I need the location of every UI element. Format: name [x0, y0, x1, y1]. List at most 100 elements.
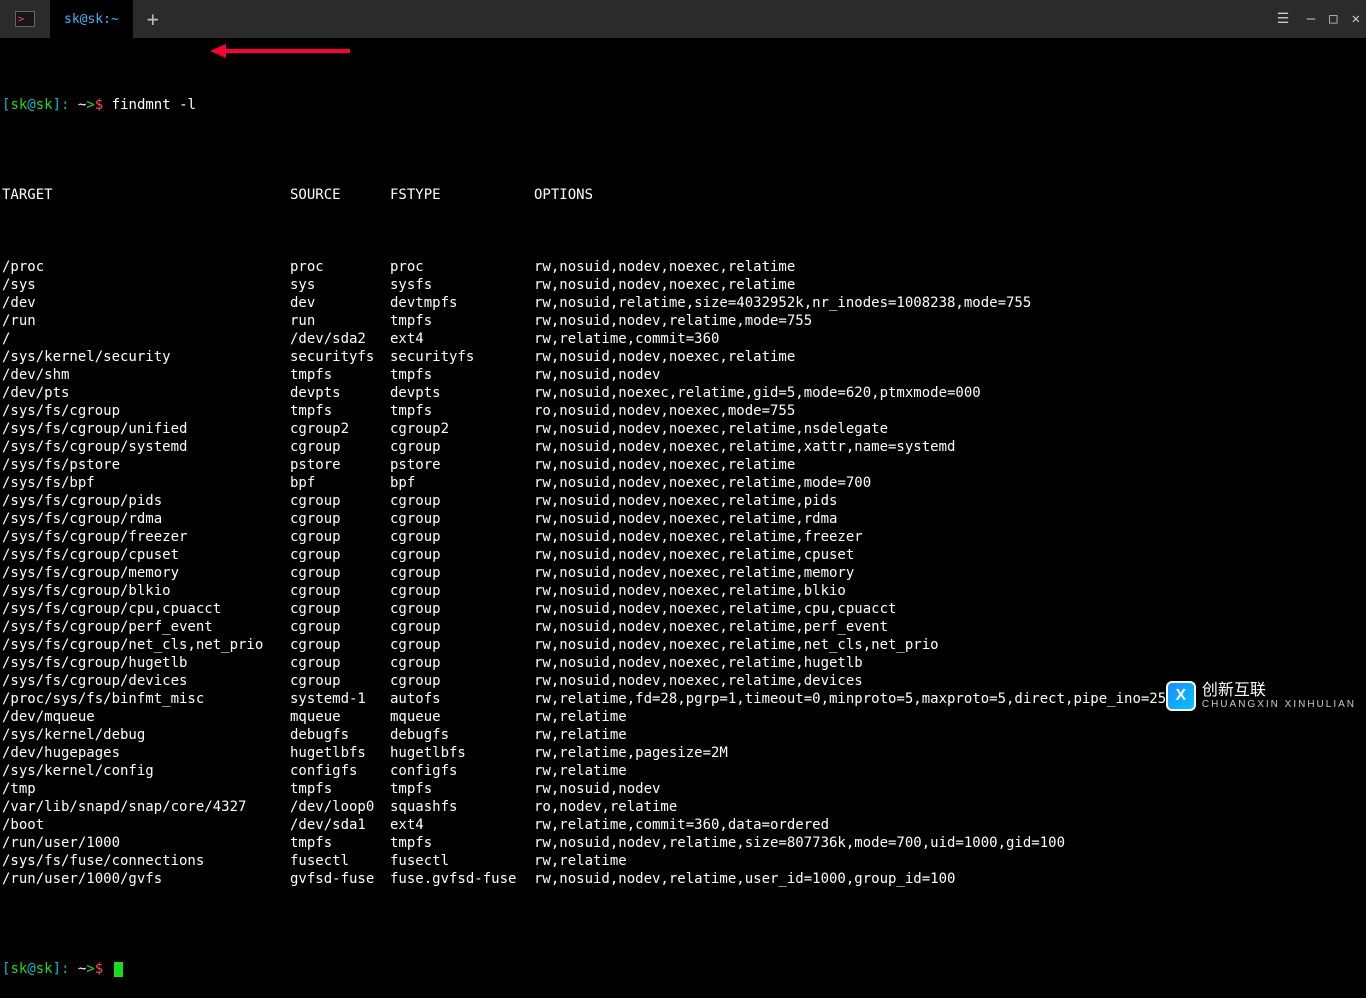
minimize-button[interactable]: —: [1307, 10, 1315, 28]
table-row: /var/lib/snapd/snap/core/4327/dev/loop0s…: [2, 798, 1364, 816]
cell-fstype: configfs: [390, 762, 534, 780]
table-row: /boot/dev/sda1ext4rw,relatime,commit=360…: [2, 816, 1364, 834]
cell-target: /sys/fs/bpf: [2, 474, 290, 492]
cell-options: rw,nosuid,nodev,noexec,relatime: [534, 348, 1364, 366]
cell-target: /sys/fs/cgroup: [2, 402, 290, 420]
window-controls: — □ ✕: [1277, 0, 1360, 38]
cell-source: debugfs: [290, 726, 390, 744]
table-row: /dev/hugepageshugetlbfshugetlbfsrw,relat…: [2, 744, 1364, 762]
table-row: /sys/kernel/securitysecurityfssecurityfs…: [2, 348, 1364, 366]
table-row: /sys/fs/cgroup/cpu,cpuacctcgroupcgrouprw…: [2, 600, 1364, 618]
cell-options: rw,relatime: [534, 762, 1364, 780]
cell-source: /dev/sda2: [290, 330, 390, 348]
maximize-button[interactable]: □: [1329, 10, 1337, 28]
table-row: /sys/fs/cgroup/freezercgroupcgrouprw,nos…: [2, 528, 1364, 546]
table-row: /sys/kernel/debugdebugfsdebugfsrw,relati…: [2, 726, 1364, 744]
cell-options: rw,relatime: [534, 726, 1364, 744]
table-row: /sys/fs/cgroup/cpusetcgroupcgrouprw,nosu…: [2, 546, 1364, 564]
table-row: //dev/sda2ext4rw,relatime,commit=360: [2, 330, 1364, 348]
cell-options: rw,nosuid,nodev,relatime,size=807736k,mo…: [534, 834, 1364, 852]
cell-target: /sys/fs/cgroup/net_cls,net_prio: [2, 636, 290, 654]
cell-target: /run/user/1000/gvfs: [2, 870, 290, 888]
table-row: /sys/fs/cgroup/systemdcgroupcgrouprw,nos…: [2, 438, 1364, 456]
table-row: /sys/fs/cgroup/unifiedcgroup2cgroup2rw,n…: [2, 420, 1364, 438]
cell-fstype: cgroup: [390, 636, 534, 654]
close-button[interactable]: ✕: [1352, 10, 1360, 28]
cell-options: rw,nosuid,nodev,noexec,relatime,nsdelega…: [534, 420, 1364, 438]
cell-source: hugetlbfs: [290, 744, 390, 762]
app-icon-tab[interactable]: [0, 0, 50, 38]
cell-fstype: cgroup: [390, 438, 534, 456]
tab-bar: sk@sk:~ + — □ ✕: [0, 0, 1366, 38]
table-row: /run/user/1000tmpfstmpfsrw,nosuid,nodev,…: [2, 834, 1364, 852]
cell-fstype: debugfs: [390, 726, 534, 744]
table-row: /sys/fs/fuse/connectionsfusectlfusectlrw…: [2, 852, 1364, 870]
cell-source: systemd-1: [290, 690, 390, 708]
cell-source: configfs: [290, 762, 390, 780]
table-row: /dev/shmtmpfstmpfsrw,nosuid,nodev: [2, 366, 1364, 384]
cell-options: rw,nosuid,nodev,relatime,user_id=1000,gr…: [534, 870, 1364, 888]
cell-fstype: ext4: [390, 816, 534, 834]
prompt-dollar: $: [95, 97, 103, 113]
col-fstype: FSTYPE: [390, 186, 534, 204]
table-row: /sys/fs/cgroup/net_cls,net_priocgroupcgr…: [2, 636, 1364, 654]
cell-options: rw,nosuid,nodev,noexec,relatime,cpu,cpua…: [534, 600, 1364, 618]
col-target: TARGET: [2, 186, 290, 204]
tab-active[interactable]: sk@sk:~: [50, 0, 133, 38]
cell-source: sys: [290, 276, 390, 294]
cell-target: /sys/kernel/config: [2, 762, 290, 780]
cell-fstype: cgroup: [390, 528, 534, 546]
prompt-at: @: [27, 97, 35, 113]
new-tab-button[interactable]: +: [133, 0, 173, 38]
cell-fstype: tmpfs: [390, 780, 534, 798]
cell-source: /dev/loop0: [290, 798, 390, 816]
cell-source: cgroup: [290, 510, 390, 528]
cell-target: /sys/fs/cgroup/pids: [2, 492, 290, 510]
cell-target: /sys/fs/cgroup/devices: [2, 672, 290, 690]
cell-options: rw,nosuid,noexec,relatime,gid=5,mode=620…: [534, 384, 1364, 402]
terminal-area[interactable]: [sk@sk]: ~>$ findmnt -l TARGETSOURCEFSTY…: [0, 38, 1366, 998]
prompt-close: ]: [53, 97, 61, 113]
cell-options: rw,relatime,pagesize=2M: [534, 744, 1364, 762]
cell-target: /dev/shm: [2, 366, 290, 384]
cell-fstype: ext4: [390, 330, 534, 348]
cell-target: /sys/fs/fuse/connections: [2, 852, 290, 870]
cell-target: /sys/fs/cgroup/freezer: [2, 528, 290, 546]
cell-source: cgroup: [290, 546, 390, 564]
menu-icon[interactable]: [1277, 10, 1293, 28]
table-row: /sys/fs/cgroup/devicescgroupcgrouprw,nos…: [2, 672, 1364, 690]
cell-options: rw,nosuid,nodev,noexec,relatime: [534, 456, 1364, 474]
cell-target: /run: [2, 312, 290, 330]
cell-source: cgroup: [290, 654, 390, 672]
cell-source: cgroup: [290, 636, 390, 654]
cell-fstype: proc: [390, 258, 534, 276]
table-row: /sys/fs/cgroup/rdmacgroupcgrouprw,nosuid…: [2, 510, 1364, 528]
cell-source: cgroup: [290, 564, 390, 582]
cell-options: rw,nosuid,nodev,noexec,relatime,net_cls,…: [534, 636, 1364, 654]
table-row: /tmptmpfstmpfsrw,nosuid,nodev: [2, 780, 1364, 798]
cell-options: rw,nosuid,nodev,noexec,relatime,mode=700: [534, 474, 1364, 492]
table-row: /proc/sys/fs/binfmt_miscsystemd-1autofsr…: [2, 690, 1364, 708]
cell-options: rw,nosuid,relatime,size=4032952k,nr_inod…: [534, 294, 1364, 312]
cell-fstype: cgroup: [390, 618, 534, 636]
cell-options: rw,nosuid,nodev,noexec,relatime,blkio: [534, 582, 1364, 600]
cell-source: gvfsd-fuse: [290, 870, 390, 888]
cell-source: proc: [290, 258, 390, 276]
cell-options: rw,nosuid,nodev,noexec,relatime,memory: [534, 564, 1364, 582]
cell-source: dev: [290, 294, 390, 312]
col-source: SOURCE: [290, 186, 390, 204]
cell-target: /sys/fs/cgroup/cpuset: [2, 546, 290, 564]
cell-fstype: cgroup: [390, 564, 534, 582]
cell-fstype: autofs: [390, 690, 534, 708]
cell-target: /proc/sys/fs/binfmt_misc: [2, 690, 290, 708]
cell-source: securityfs: [290, 348, 390, 366]
table-row: /sys/fs/cgroup/perf_eventcgroupcgrouprw,…: [2, 618, 1364, 636]
cell-source: cgroup2: [290, 420, 390, 438]
cell-options: rw,nosuid,nodev: [534, 780, 1364, 798]
cell-source: cgroup: [290, 492, 390, 510]
cell-options: ro,nosuid,nodev,noexec,mode=755: [534, 402, 1364, 420]
cell-source: cgroup: [290, 582, 390, 600]
cell-options: rw,relatime,commit=360: [534, 330, 1364, 348]
table-row: /sys/fs/cgrouptmpfstmpfsro,nosuid,nodev,…: [2, 402, 1364, 420]
cell-target: /sys/fs/cgroup/memory: [2, 564, 290, 582]
